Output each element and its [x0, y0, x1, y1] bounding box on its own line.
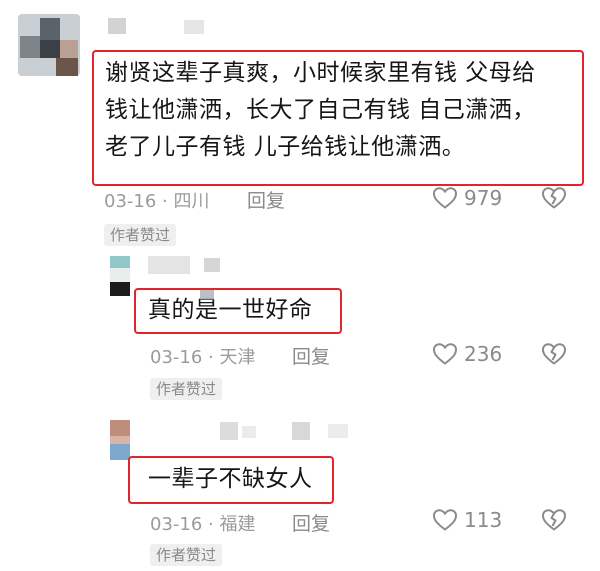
heart-outline-icon: [432, 508, 458, 532]
comment-text-line: 老了儿子有钱 儿子给钱让他潇洒。: [105, 134, 466, 160]
author-liked-badge: 作者赞过: [150, 544, 223, 566]
comment-date-location: 03-16 · 天津: [150, 347, 256, 368]
comment-text: 谢贤这辈子真爽，小时候家里有钱 父母给 钱让他潇洒，长大了自己有钱 自己潇洒， …: [105, 55, 585, 166]
redaction-mark: [200, 290, 214, 300]
reply-button[interactable]: 回复: [292, 342, 330, 369]
reply-button[interactable]: 回复: [247, 186, 285, 213]
avatar[interactable]: [18, 14, 80, 76]
comment-text-line: 钱让他潇洒，长大了自己有钱 自己潇洒，: [105, 97, 536, 123]
broken-heart-icon[interactable]: [540, 186, 568, 210]
broken-heart-icon[interactable]: [540, 342, 568, 366]
reply-button[interactable]: 回复: [292, 509, 330, 536]
like-button[interactable]: 113: [432, 508, 502, 532]
like-count: 979: [464, 186, 503, 210]
username-blurred[interactable]: [148, 256, 228, 276]
broken-heart-icon[interactable]: [540, 508, 568, 532]
like-count: 236: [464, 342, 503, 366]
like-button[interactable]: 236: [432, 342, 502, 366]
comment-text: 真的是一世好命: [148, 297, 313, 323]
like-count: 113: [464, 508, 503, 532]
heart-outline-icon: [432, 186, 458, 210]
avatar[interactable]: [110, 256, 130, 296]
like-button[interactable]: 979: [432, 186, 502, 210]
heart-outline-icon: [432, 342, 458, 366]
username-blurred[interactable]: [220, 420, 350, 442]
comment-text-line: 谢贤这辈子真爽，小时候家里有钱 父母给: [105, 60, 536, 86]
comment-date-location: 03-16 · 四川: [104, 191, 210, 212]
username-blurred[interactable]: [108, 14, 228, 40]
author-liked-badge: 作者赞过: [104, 224, 177, 246]
author-liked-badge: 作者赞过: [150, 378, 223, 400]
comment-date-location: 03-16 · 福建: [150, 514, 256, 535]
avatar[interactable]: [110, 420, 130, 460]
comment-text: 一辈子不缺女人: [148, 466, 313, 492]
